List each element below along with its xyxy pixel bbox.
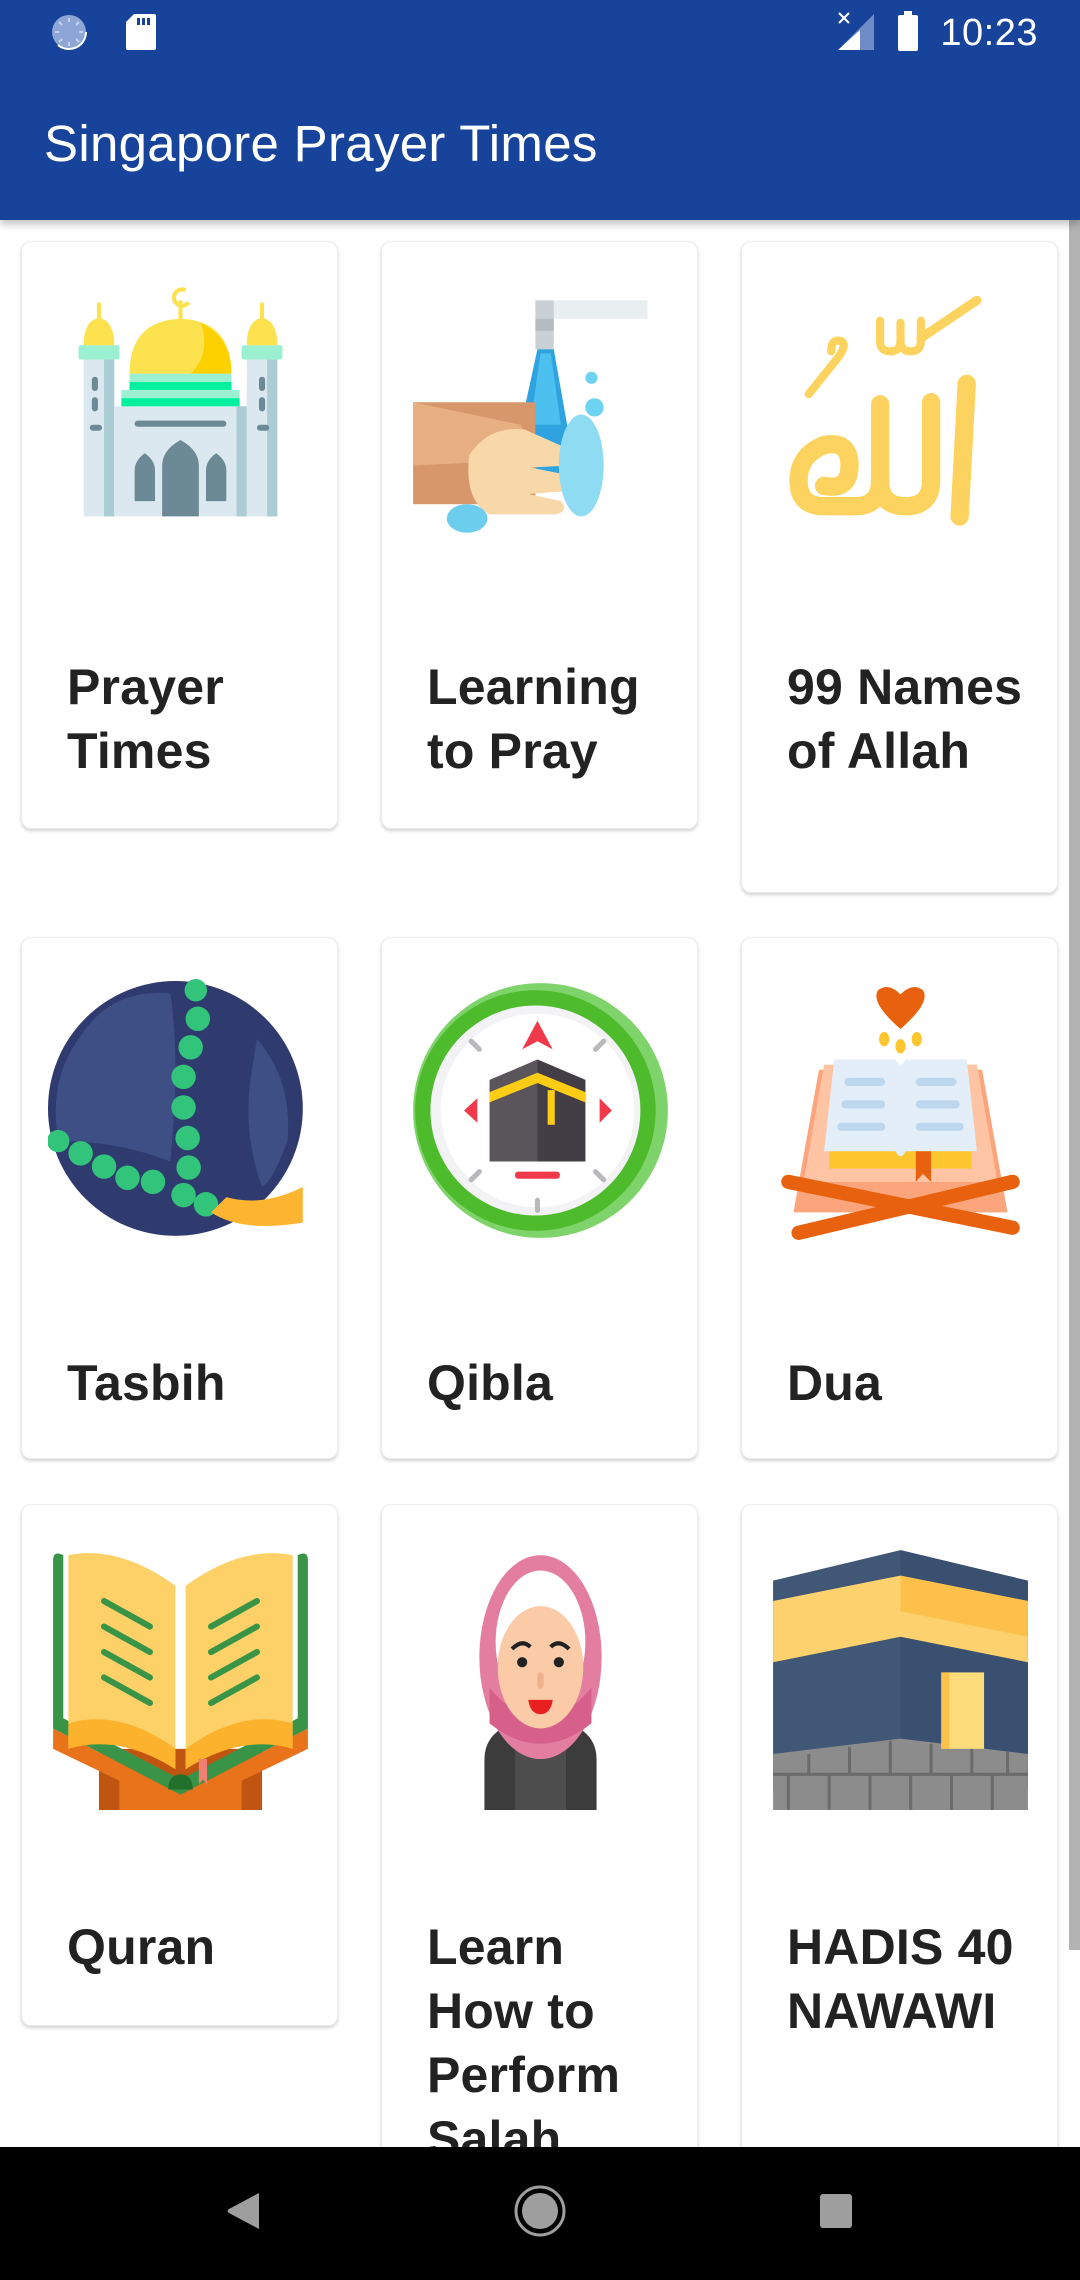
quran-stand-icon — [48, 1545, 313, 1810]
card-label: HADIS 40 NAWAWI — [787, 1919, 1014, 2039]
card-hadis-40-nawawi[interactable]: HADIS 40 NAWAWI — [741, 1504, 1058, 2147]
card-99-names-of-allah[interactable]: 99 Names of Allah — [741, 241, 1058, 893]
hand-washing-icon — [408, 282, 673, 547]
card-learning-to-pray[interactable]: Learning to Pray — [381, 241, 698, 829]
qibla-compass-icon — [408, 978, 673, 1243]
prayer-beads-icon — [48, 978, 313, 1243]
app-bar: 10:23 Singapore Prayer Times — [0, 0, 1080, 220]
recents-button[interactable] — [756, 2147, 916, 2280]
sync-icon — [50, 12, 90, 57]
card-qibla[interactable]: Qibla — [381, 937, 698, 1459]
scrollbar[interactable] — [1069, 220, 1080, 1950]
allah-calligraphy-icon — [768, 282, 1033, 547]
back-button[interactable] — [163, 2147, 323, 2280]
card-prayer-times[interactable]: Prayer Times — [21, 241, 338, 829]
mosque-icon — [48, 282, 313, 547]
status-bar: 10:23 — [0, 0, 1080, 66]
card-tasbih[interactable]: Tasbih — [21, 937, 338, 1459]
card-label: Qibla — [427, 1355, 554, 1411]
card-label: 99 Names of Allah — [787, 659, 1023, 779]
hijab-woman-icon — [408, 1545, 673, 1810]
recents-icon — [818, 2192, 854, 2235]
battery-full-icon — [896, 10, 920, 57]
home-icon — [514, 2185, 566, 2242]
card-dua[interactable]: Dua — [741, 937, 1058, 1459]
signal-no-connection-icon — [836, 10, 876, 57]
card-label: Quran — [67, 1919, 216, 1975]
status-time: 10:23 — [940, 12, 1038, 54]
card-quran[interactable]: Quran — [21, 1504, 338, 2026]
navigation-bar — [0, 2147, 1080, 2280]
kaaba-icon — [768, 1545, 1033, 1810]
toolbar-title: Singapore Prayer Times — [44, 115, 598, 172]
card-label: Prayer Times — [67, 659, 224, 779]
card-label: Learn How to Perform Salah — [427, 1919, 621, 2147]
card-label: Learning to Pray — [427, 659, 640, 779]
open-book-heart-icon — [768, 978, 1033, 1243]
card-learn-how-to-perform-salah[interactable]: Learn How to Perform Salah — [381, 1504, 698, 2147]
card-label: Dua — [787, 1355, 883, 1411]
screen: 10:23 Singapore Prayer Times Prayer Time… — [0, 0, 1080, 2280]
home-button[interactable] — [460, 2147, 620, 2280]
sd-card-icon — [124, 12, 158, 57]
back-icon — [225, 2191, 261, 2236]
menu-grid: Prayer Times Learning to Pray 99 Names o… — [0, 220, 1080, 2147]
card-label: Tasbih — [67, 1355, 226, 1411]
